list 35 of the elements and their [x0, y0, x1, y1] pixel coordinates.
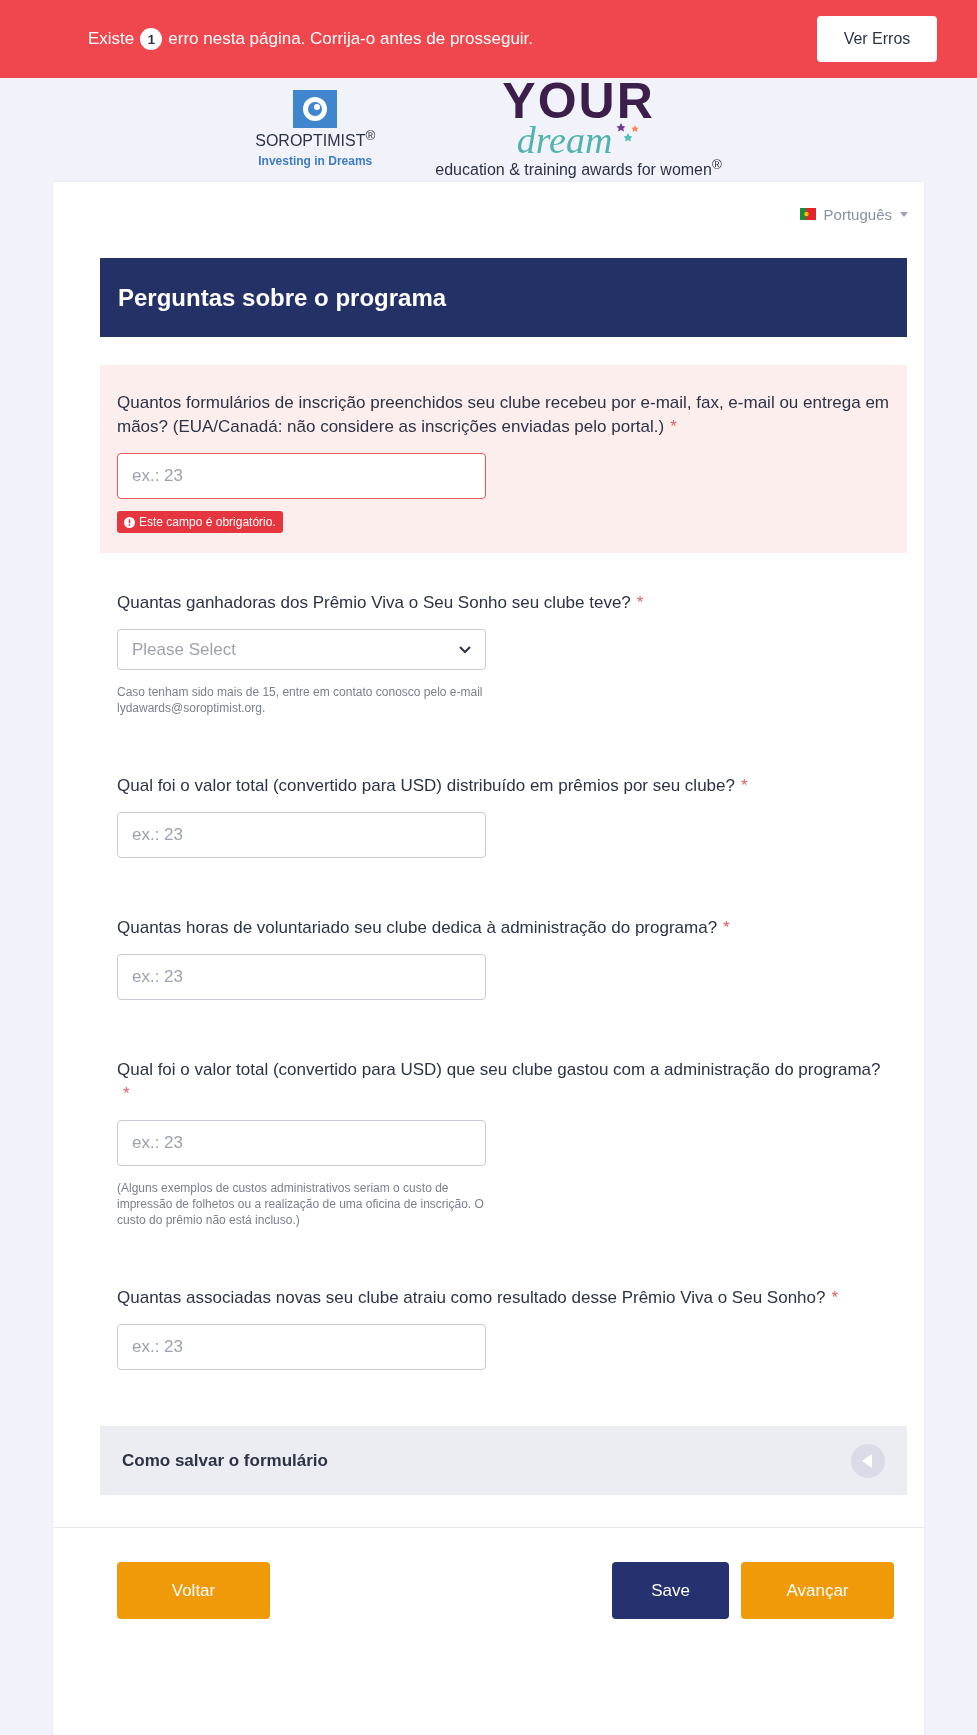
- input-field[interactable]: ex.: 23: [117, 954, 486, 1000]
- help-text: Caso tenham sido mais de 15, entre em contato conosco pelo e-mail lydawards@soroptimist.org.: [117, 684, 484, 716]
- chevron-down-icon: [459, 645, 471, 654]
- input-field[interactable]: ex.: 23: [117, 453, 486, 499]
- banner-text: erro nesta página. Corrija-o antes de prosseguir.: [168, 29, 534, 49]
- logo-tagline: education & training awards for women$^{®}$: [435, 156, 722, 180]
- question-label: Quantos formulários de inscrição preenchidos seu clube recebeu por e-mail, fax, e-mail ou entrega em mãos? (EUA/Canadá: não considere as inscrições enviadas pelo portal.) *: [117, 392, 890, 438]
- alert-icon: [124, 516, 135, 528]
- flag-icon: [799, 208, 816, 220]
- accordion-header[interactable]: Como salvar o formulário: [100, 1426, 907, 1495]
- section-title: Perguntas sobre o programa: [100, 258, 907, 337]
- next-button[interactable]: Avançar: [741, 1562, 894, 1619]
- logo-text: YOUR: [502, 78, 655, 123]
- error-message: Este campo é obrigatório.: [117, 511, 283, 533]
- select-field[interactable]: Please Select: [117, 629, 486, 670]
- back-button[interactable]: Voltar: [117, 1562, 270, 1619]
- input-field[interactable]: ex.: 23: [117, 812, 486, 858]
- logo-tagline: Investing in Dreams: [258, 154, 373, 169]
- banner-text: Existe: [88, 29, 135, 49]
- swirl-logo-icon: [293, 89, 338, 128]
- question-label: Qual foi o valor total (convertido para USD) distribuído em prêmios por seu clube? *: [117, 775, 749, 797]
- help-text: (Alguns exemplos de custos administrativos seriam o custo de impressão de folhetos ou a realização de uma oficina de inscrição. O custo do prêmio não está incluso.): [117, 1180, 485, 1228]
- input-field[interactable]: ex.: 23: [117, 1120, 486, 1166]
- input-field[interactable]: ex.: 23: [117, 1324, 486, 1370]
- question-label: Quantas ganhadoras dos Prêmio Viva o Seu Sonho seu clube teve? *: [117, 592, 645, 614]
- caret-icon: [900, 211, 908, 217]
- question-label: Quantas associadas novas seu clube atraiu como resultado desse Prêmio Viva o Seu Sonho? *: [117, 1287, 840, 1309]
- question-label: Quantas horas de voluntariado seu clube dedica à administração do programa? *: [117, 917, 731, 939]
- language-selector[interactable]: Português: [823, 205, 892, 223]
- save-button[interactable]: Save: [612, 1562, 729, 1619]
- error-count: 1: [140, 28, 163, 50]
- view-errors-button[interactable]: Ver Erros: [817, 16, 937, 62]
- logo-script-text: dream: [516, 122, 613, 157]
- logo-text: SOROPTIMIST$^{®}$: [255, 127, 376, 151]
- question-label: Qual foi o valor total (convertido para USD) que seu clube gastou com a administração do programa? *: [117, 1059, 882, 1105]
